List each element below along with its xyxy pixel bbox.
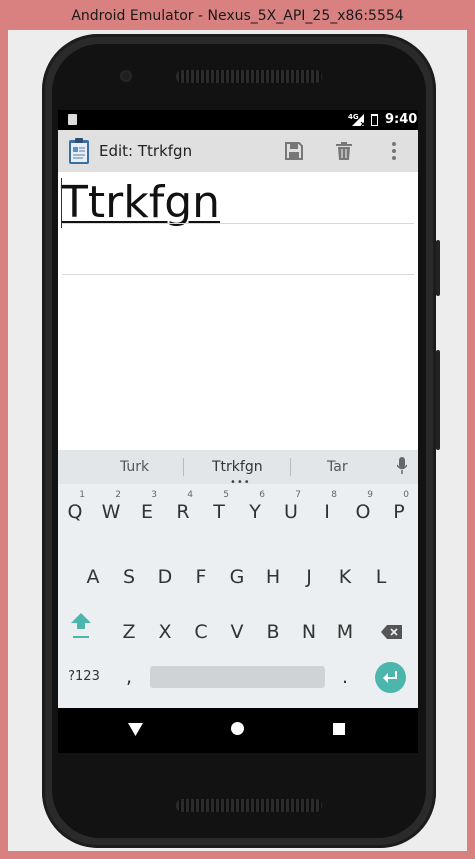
more-suggestions-icon[interactable]: ••• [230,477,251,488]
enter-button[interactable] [375,662,406,693]
body-divider [62,274,414,275]
key-label: Y [249,501,261,523]
key-m[interactable]: M [327,609,363,655]
home-icon[interactable] [231,722,244,735]
key-label: P [393,501,405,523]
status-bar: 4G 9:40 [58,110,418,130]
key-k[interactable]: K [327,554,363,600]
key-u[interactable]: U7 [273,489,309,535]
key-hint: 9 [367,490,373,500]
key-hint: 2 [115,490,121,500]
suggestion-left[interactable]: Turk [120,459,149,475]
key-label: Q [67,501,83,523]
period-key[interactable]: . [327,654,363,700]
key-p[interactable]: P0 [381,489,417,535]
enter-icon [383,671,397,683]
key-hint: 1 [79,490,85,500]
key-hint: 0 [403,490,409,500]
overflow-menu-icon[interactable] [383,140,405,162]
key-d[interactable]: D [147,554,183,600]
recents-icon[interactable] [333,723,345,735]
note-body-input[interactable] [62,228,414,272]
key-o[interactable]: O9 [345,489,381,535]
top-speaker [176,70,322,83]
window-title: Android Emulator - Nexus_5X_API_25_x86:5… [71,8,404,24]
key-s[interactable]: S [111,554,147,600]
suggestion-divider [290,458,291,476]
key-label: R [176,501,190,523]
delete-icon[interactable] [333,140,355,162]
bottom-speaker [176,799,322,812]
key-y[interactable]: Y6 [237,489,273,535]
key-label: U [284,501,298,523]
front-camera [120,70,132,82]
suggestion-divider [183,458,184,476]
key-label: I [324,501,330,523]
key-j[interactable]: J [291,554,327,600]
key-h[interactable]: H [255,554,291,600]
space-bar[interactable] [150,666,325,688]
key-g[interactable]: G [219,554,255,600]
microphone-icon[interactable] [397,457,407,475]
key-x[interactable]: X [147,609,183,655]
backspace-icon[interactable] [381,624,403,640]
key-hint: 5 [223,490,229,500]
save-icon[interactable] [283,140,305,162]
signal-icon [352,114,366,126]
key-label: W [101,501,121,523]
key-hint: 3 [151,490,157,500]
key-w[interactable]: W2 [93,489,129,535]
suggestion-center[interactable]: Ttrkfgn [212,459,263,475]
key-e[interactable]: E3 [129,489,165,535]
back-icon[interactable] [128,723,143,736]
power-button[interactable] [436,240,440,296]
key-label: E [140,501,153,523]
soft-keyboard: Turk Ttrkfgn Tar ••• Q1 W2 E3 R4 T5 Y6 U… [58,450,418,708]
navigation-bar [58,708,418,753]
volume-rocker[interactable] [436,350,440,450]
key-hint: 7 [295,490,301,500]
app-bar: Edit: Ttrkfgn [58,130,418,172]
key-f[interactable]: F [183,554,219,600]
shift-icon[interactable] [70,610,92,640]
key-i[interactable]: I8 [309,489,345,535]
notepad-app-icon [69,138,89,164]
key-n[interactable]: N [291,609,327,655]
page-title: Edit: Ttrkfgn [99,142,193,160]
title-divider [62,223,414,224]
key-label: T [213,501,225,523]
note-editor: Ttrkfgn [58,172,418,452]
symbols-key[interactable]: ?123 [63,654,105,700]
text-cursor [61,178,62,228]
key-r[interactable]: R4 [165,489,201,535]
key-hint: 6 [259,490,265,500]
note-title-input[interactable]: Ttrkfgn [61,177,220,228]
key-b[interactable]: B [255,609,291,655]
key-q[interactable]: Q1 [58,489,93,535]
key-label: O [355,501,371,523]
key-hint: 4 [187,490,193,500]
key-v[interactable]: V [219,609,255,655]
comma-key[interactable]: , [111,654,147,700]
key-c[interactable]: C [183,609,219,655]
key-l[interactable]: L [363,554,399,600]
key-hint: 8 [331,490,337,500]
device-screen: 4G 9:40 Edit: Ttrkfgn Ttrkfgn Turk Ttrkf… [58,110,418,753]
clock: 9:40 [385,112,418,127]
key-t[interactable]: T5 [201,489,237,535]
suggestion-right[interactable]: Tar [327,459,348,475]
battery-icon [371,114,378,126]
suggestion-strip: Turk Ttrkfgn Tar ••• [58,450,418,488]
key-a[interactable]: A [75,554,111,600]
key-z[interactable]: Z [111,609,147,655]
sd-card-icon [68,114,77,125]
